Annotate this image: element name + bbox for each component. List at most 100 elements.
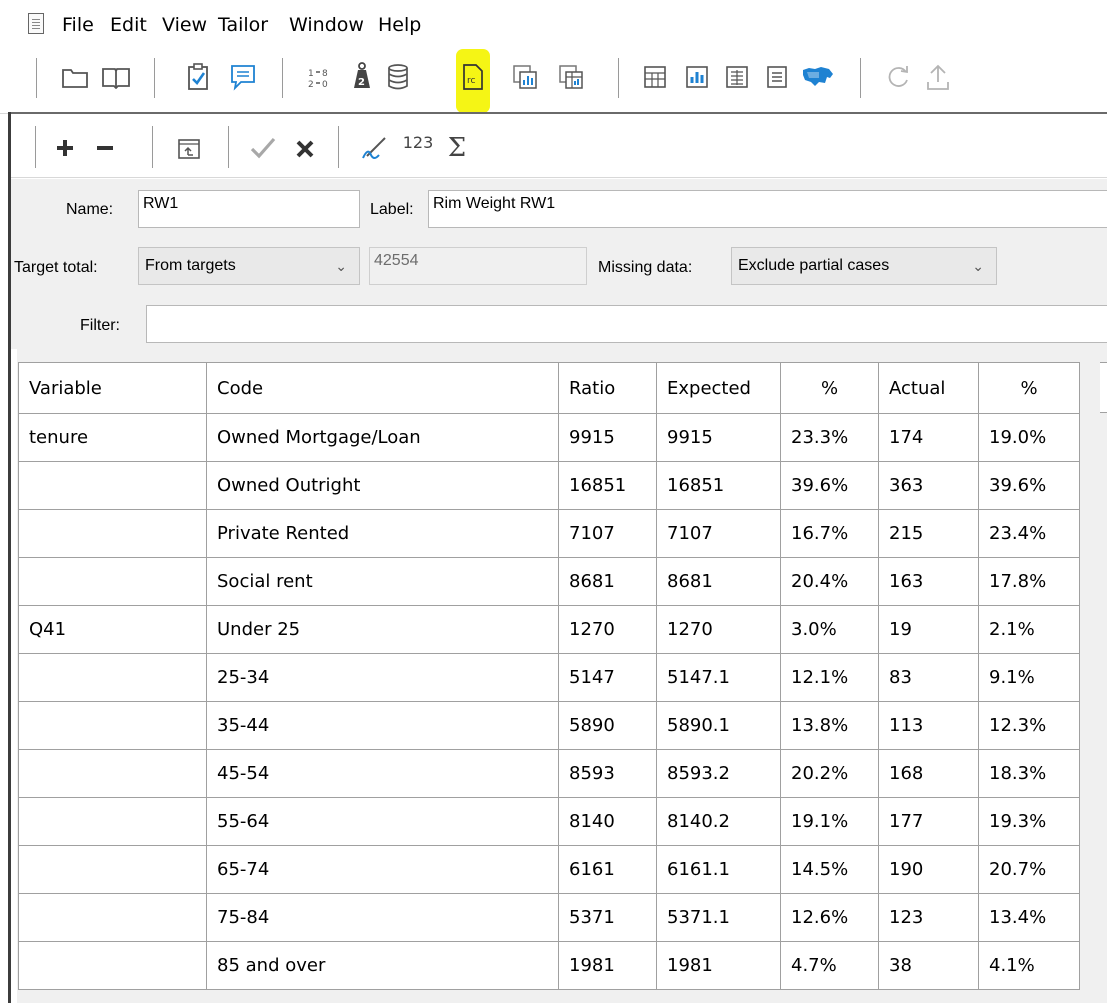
sum-icon[interactable]: Σ bbox=[442, 132, 472, 164]
cell-ratio[interactable]: 1981 bbox=[558, 941, 657, 990]
table-row[interactable]: 35-44 5890 5890.1 13.8% 113 12.3% bbox=[18, 701, 1080, 750]
cell-ratio[interactable]: 5890 bbox=[558, 701, 657, 750]
cell-variable[interactable] bbox=[18, 797, 207, 846]
cell-variable[interactable]: tenure bbox=[18, 413, 207, 462]
cell-actual[interactable]: 215 bbox=[878, 509, 979, 558]
cell-code[interactable]: Social rent bbox=[206, 557, 559, 606]
cell-ratio[interactable]: 9915 bbox=[558, 413, 657, 462]
table-row[interactable]: 25-34 5147 5147.1 12.1% 83 9.1% bbox=[18, 653, 1080, 702]
cell-actual[interactable]: 83 bbox=[878, 653, 979, 702]
cell-actual[interactable]: 38 bbox=[878, 941, 979, 990]
copy-chart-icon[interactable] bbox=[510, 62, 540, 92]
cell-actual-percent[interactable]: 4.1% bbox=[978, 941, 1080, 990]
cell-code[interactable]: 35-44 bbox=[206, 701, 559, 750]
cell-expected-percent[interactable]: 23.3% bbox=[780, 413, 879, 462]
check-icon[interactable] bbox=[246, 132, 280, 164]
cell-expected[interactable]: 1270 bbox=[656, 605, 781, 654]
menu-window[interactable]: Window bbox=[289, 14, 364, 36]
cell-variable[interactable] bbox=[18, 557, 207, 606]
cell-actual[interactable]: 190 bbox=[878, 845, 979, 894]
report-icon[interactable] bbox=[762, 62, 792, 92]
cell-actual-percent[interactable]: 20.7% bbox=[978, 845, 1080, 894]
cell-actual-percent[interactable]: 19.3% bbox=[978, 797, 1080, 846]
cell-variable[interactable] bbox=[18, 845, 207, 894]
cell-code[interactable]: 65-74 bbox=[206, 845, 559, 894]
cell-expected[interactable]: 9915 bbox=[656, 413, 781, 462]
cell-ratio[interactable]: 1270 bbox=[558, 605, 657, 654]
table-row[interactable]: 45-54 8593 8593.2 20.2% 168 18.3% bbox=[18, 749, 1080, 798]
cell-expected-percent[interactable]: 39.6% bbox=[780, 461, 879, 510]
numbered-list-icon[interactable]: 1280 bbox=[306, 64, 340, 92]
remove-icon[interactable] bbox=[92, 135, 118, 161]
cell-ratio[interactable]: 5371 bbox=[558, 893, 657, 942]
cell-ratio[interactable]: 6161 bbox=[558, 845, 657, 894]
cell-variable[interactable] bbox=[18, 941, 207, 990]
cell-expected-percent[interactable]: 14.5% bbox=[780, 845, 879, 894]
cell-actual-percent[interactable]: 9.1% bbox=[978, 653, 1080, 702]
cancel-icon[interactable] bbox=[290, 134, 320, 164]
cell-variable[interactable] bbox=[18, 461, 207, 510]
map-icon[interactable] bbox=[800, 62, 836, 92]
numbering-icon[interactable]: 123 bbox=[400, 130, 436, 164]
cell-expected-percent[interactable]: 13.8% bbox=[780, 701, 879, 750]
comment-icon[interactable] bbox=[228, 62, 258, 92]
column-header-ratio[interactable]: Ratio bbox=[558, 362, 657, 414]
cell-actual-percent[interactable]: 23.4% bbox=[978, 509, 1080, 558]
cell-expected[interactable]: 8681 bbox=[656, 557, 781, 606]
cell-actual-percent[interactable]: 12.3% bbox=[978, 701, 1080, 750]
cell-expected[interactable]: 8593.2 bbox=[656, 749, 781, 798]
cell-expected-percent[interactable]: 20.2% bbox=[780, 749, 879, 798]
cell-code[interactable]: Owned Mortgage/Loan bbox=[206, 413, 559, 462]
column-header-actual-percent[interactable]: % bbox=[978, 362, 1080, 414]
cell-actual[interactable]: 363 bbox=[878, 461, 979, 510]
cell-code[interactable]: 55-64 bbox=[206, 797, 559, 846]
cell-actual[interactable]: 168 bbox=[878, 749, 979, 798]
cell-expected[interactable]: 16851 bbox=[656, 461, 781, 510]
database-icon[interactable] bbox=[384, 60, 412, 94]
cell-code[interactable]: 25-34 bbox=[206, 653, 559, 702]
cell-actual-percent[interactable]: 39.6% bbox=[978, 461, 1080, 510]
cell-expected-percent[interactable]: 3.0% bbox=[780, 605, 879, 654]
menu-file[interactable]: File bbox=[62, 14, 94, 36]
table-row[interactable]: 55-64 8140 8140.2 19.1% 177 19.3% bbox=[18, 797, 1080, 846]
cell-actual[interactable]: 19 bbox=[878, 605, 979, 654]
cell-variable[interactable] bbox=[18, 893, 207, 942]
cell-actual-percent[interactable]: 2.1% bbox=[978, 605, 1080, 654]
cell-variable[interactable] bbox=[18, 509, 207, 558]
cell-actual[interactable]: 174 bbox=[878, 413, 979, 462]
cell-expected[interactable]: 7107 bbox=[656, 509, 781, 558]
label-field[interactable]: Rim Weight RW1 bbox=[428, 190, 1107, 228]
weight-icon[interactable]: 2 bbox=[346, 58, 378, 94]
column-header-code[interactable]: Code bbox=[206, 362, 559, 414]
table-row[interactable]: Owned Outright 16851 16851 39.6% 363 39.6% bbox=[18, 461, 1080, 510]
cell-expected-percent[interactable]: 12.1% bbox=[780, 653, 879, 702]
cell-actual[interactable]: 123 bbox=[878, 893, 979, 942]
cell-expected-percent[interactable]: 4.7% bbox=[780, 941, 879, 990]
cell-code[interactable]: Under 25 bbox=[206, 605, 559, 654]
cell-actual[interactable]: 163 bbox=[878, 557, 979, 606]
cell-code[interactable]: 45-54 bbox=[206, 749, 559, 798]
cell-variable[interactable] bbox=[18, 701, 207, 750]
cell-expected[interactable]: 5890.1 bbox=[656, 701, 781, 750]
column-header-actual[interactable]: Actual bbox=[878, 362, 979, 414]
cell-actual-percent[interactable]: 13.4% bbox=[978, 893, 1080, 942]
grid-icon[interactable] bbox=[722, 62, 752, 92]
cell-actual-percent[interactable]: 19.0% bbox=[978, 413, 1080, 462]
table-icon[interactable] bbox=[640, 62, 670, 92]
bar-chart-icon[interactable] bbox=[682, 62, 712, 92]
table-row[interactable]: 65-74 6161 6161.1 14.5% 190 20.7% bbox=[18, 845, 1080, 894]
cell-ratio[interactable]: 5147 bbox=[558, 653, 657, 702]
cell-expected[interactable]: 8140.2 bbox=[656, 797, 781, 846]
table-row[interactable]: Private Rented 7107 7107 16.7% 215 23.4% bbox=[18, 509, 1080, 558]
cell-actual-percent[interactable]: 18.3% bbox=[978, 749, 1080, 798]
cell-variable[interactable] bbox=[18, 749, 207, 798]
column-header-expected[interactable]: Expected bbox=[656, 362, 781, 414]
table-row[interactable]: tenure Owned Mortgage/Loan 9915 9915 23.3% 17… bbox=[18, 413, 1080, 462]
cell-code[interactable]: Owned Outright bbox=[206, 461, 559, 510]
cell-ratio[interactable]: 7107 bbox=[558, 509, 657, 558]
cell-expected[interactable]: 5371.1 bbox=[656, 893, 781, 942]
cell-ratio[interactable]: 8593 bbox=[558, 749, 657, 798]
cell-expected-percent[interactable]: 20.4% bbox=[780, 557, 879, 606]
cell-expected[interactable]: 5147.1 bbox=[656, 653, 781, 702]
cell-ratio[interactable]: 16851 bbox=[558, 461, 657, 510]
